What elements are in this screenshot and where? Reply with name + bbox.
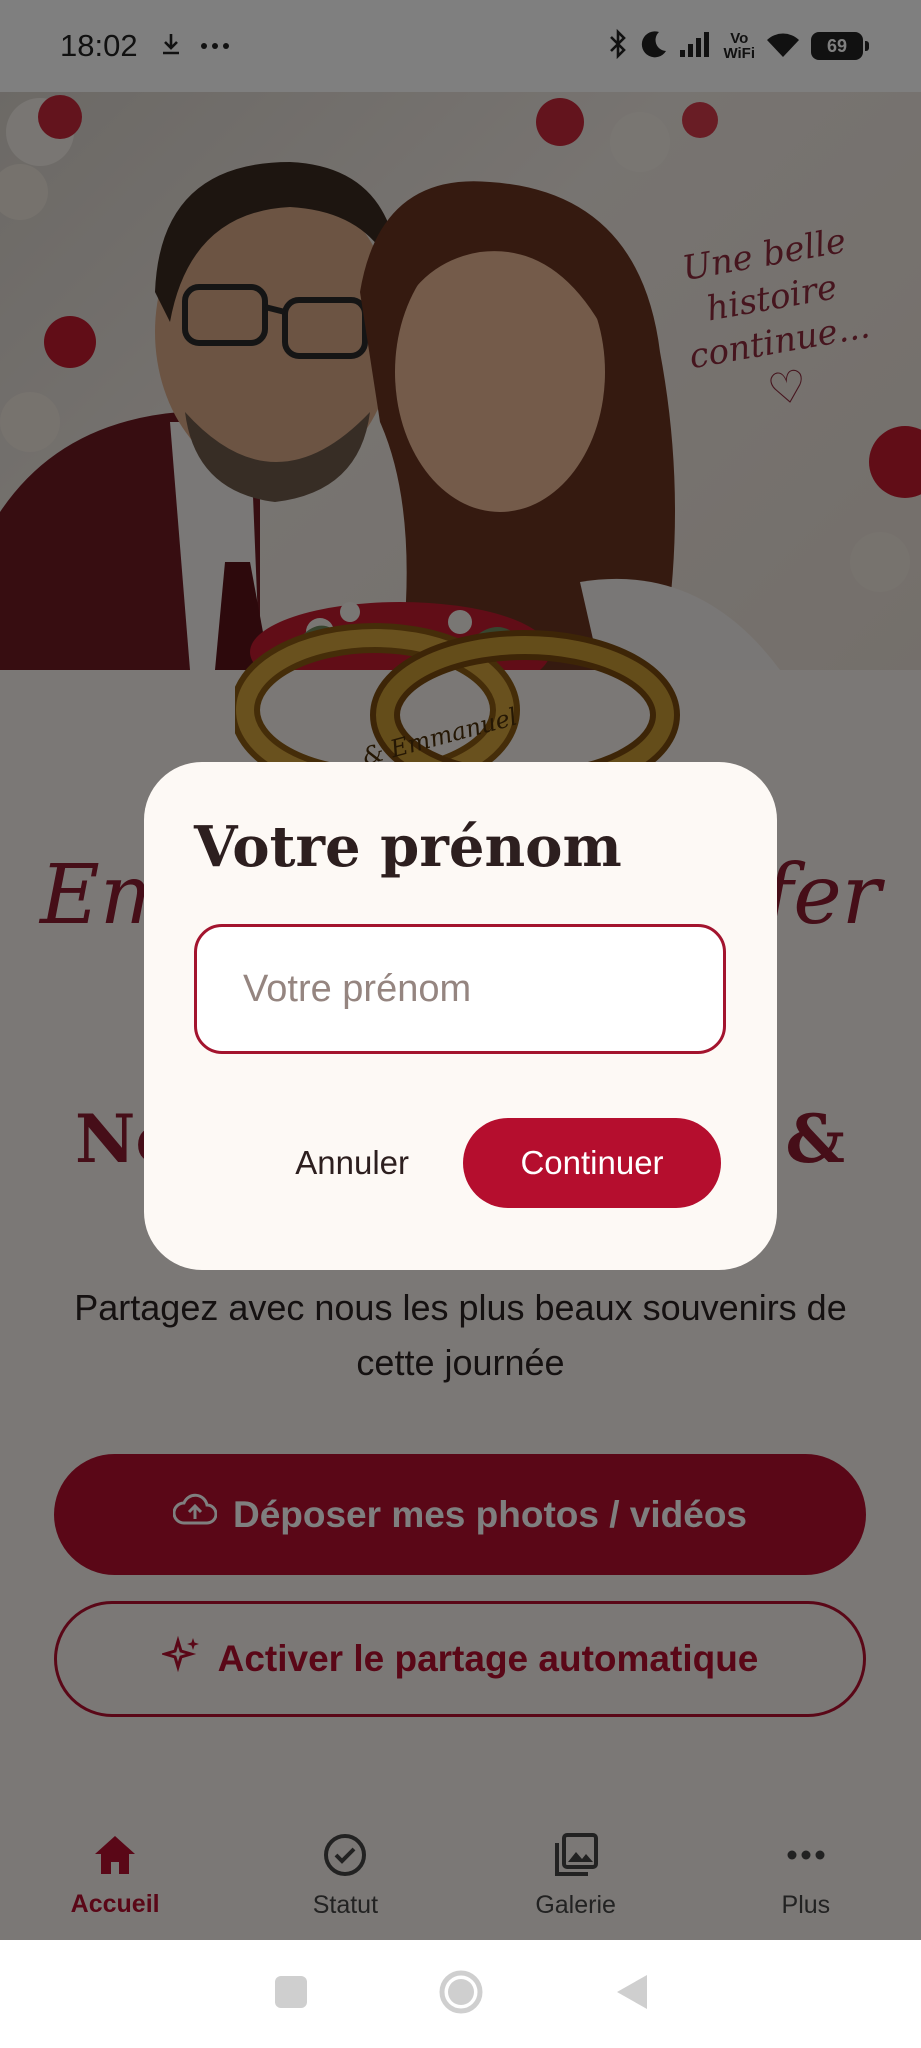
dialog-actions: Annuler Continuer [285,1118,721,1208]
system-navigation-bar [0,1940,921,2048]
back-button[interactable] [613,1972,649,2017]
first-name-dialog: Votre prénom Annuler Continuer [144,762,777,1270]
continue-button[interactable]: Continuer [463,1118,721,1208]
first-name-input[interactable] [194,924,726,1054]
dialog-title: Votre prénom [194,814,622,880]
home-button[interactable] [439,1970,483,2019]
cancel-button[interactable]: Annuler [285,1134,419,1192]
recents-button[interactable] [273,1974,309,2015]
